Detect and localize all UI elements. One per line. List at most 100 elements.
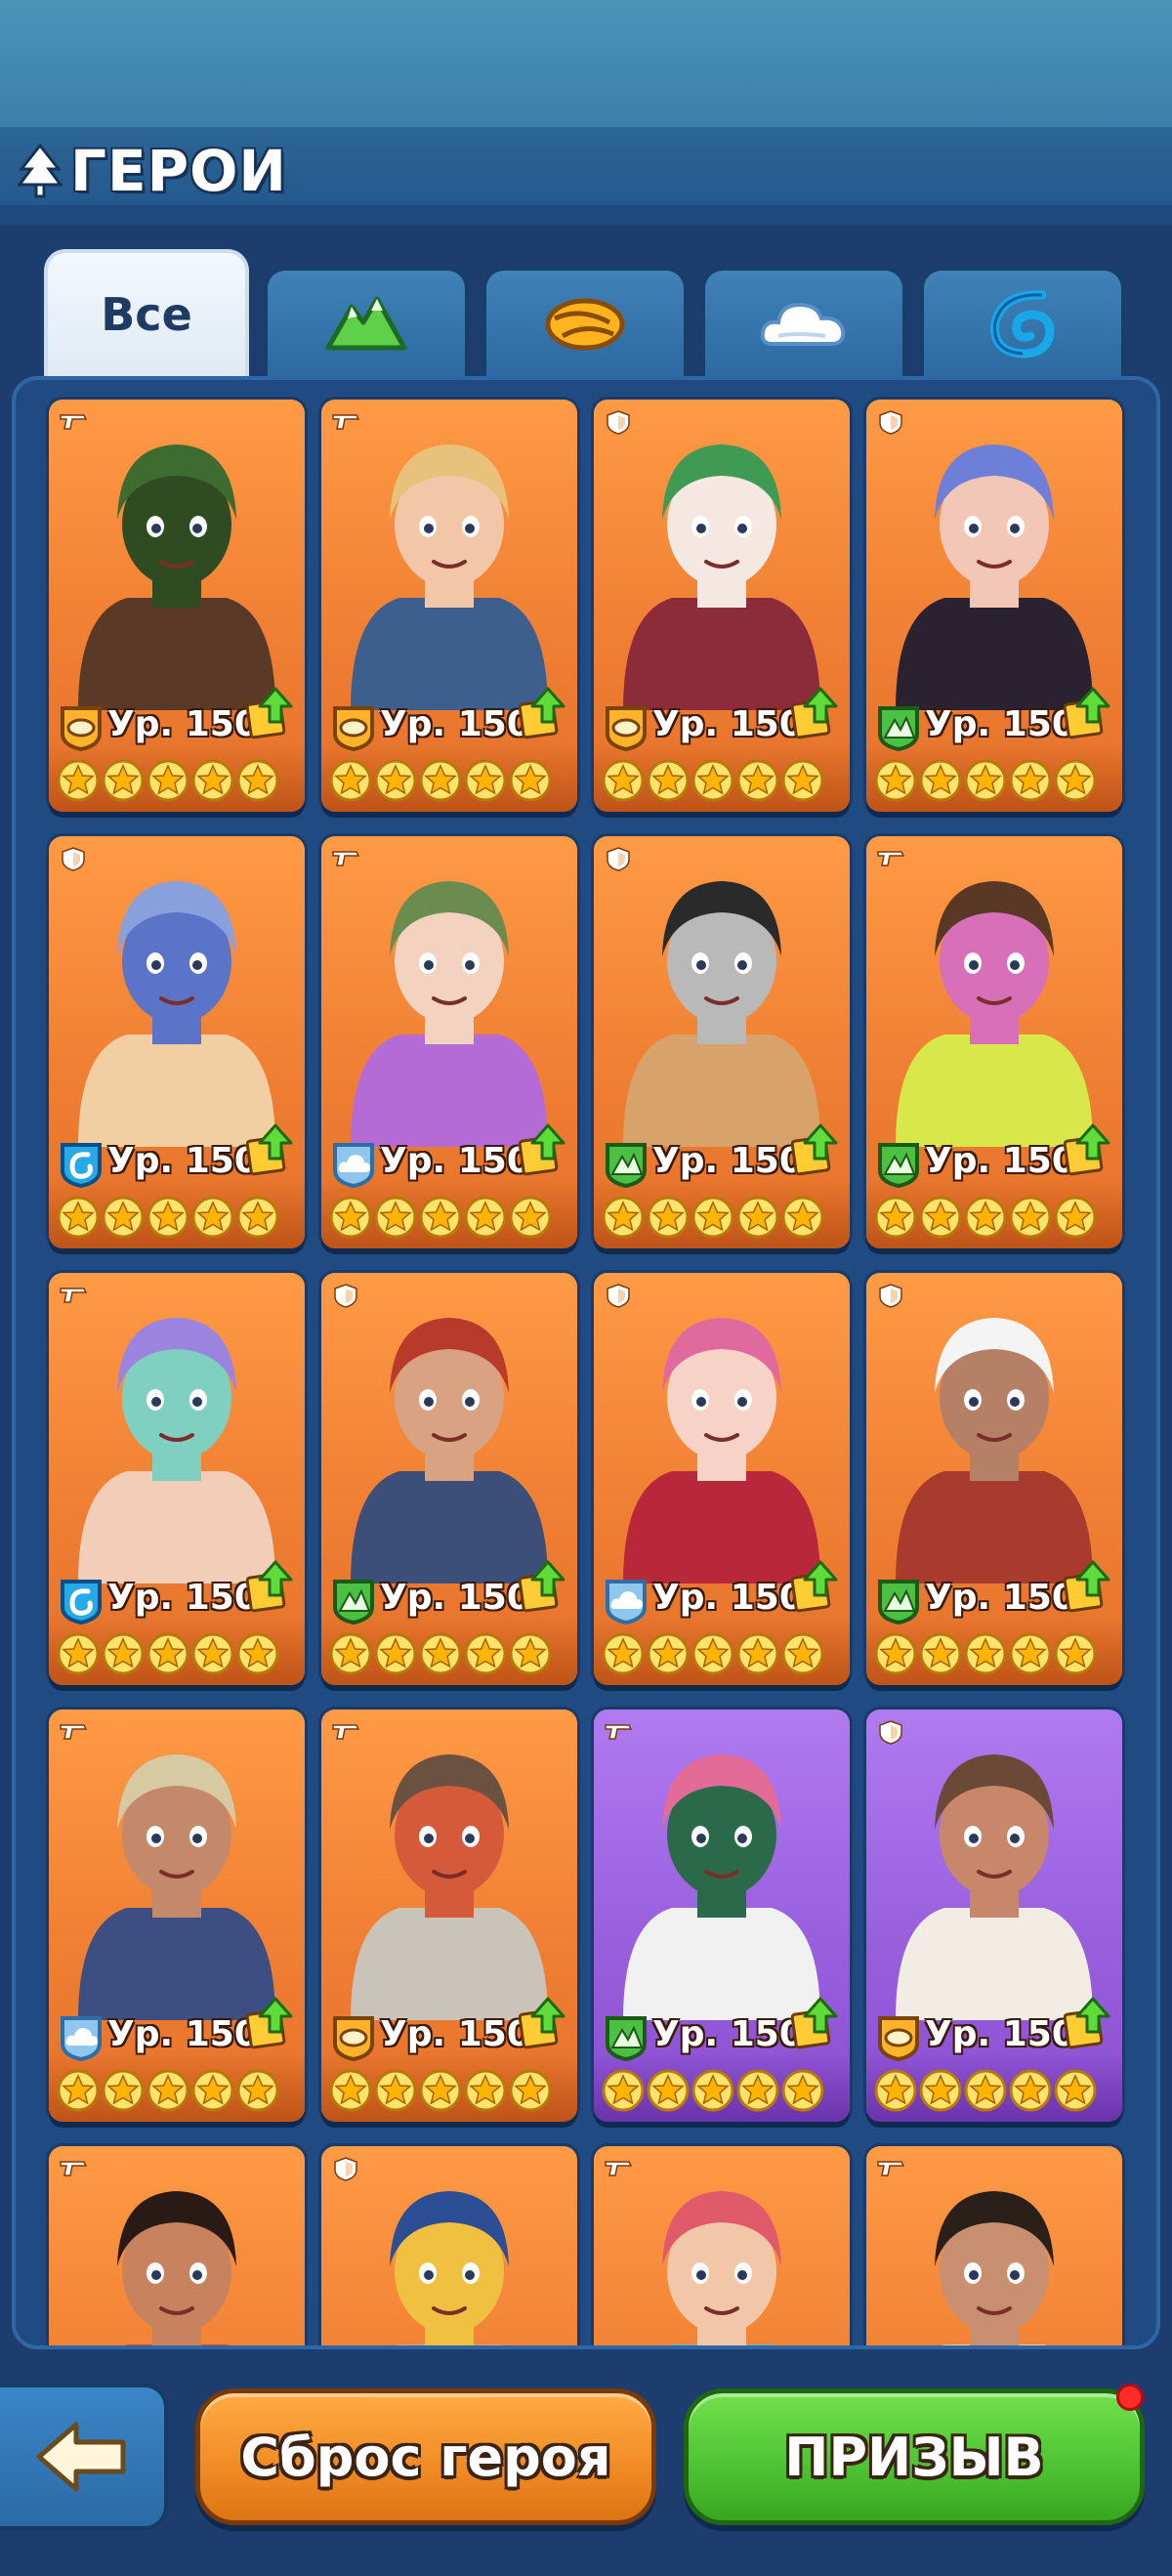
- level-row: Ур. 150: [59, 1997, 295, 2063]
- upgrade-arrow-icon[interactable]: [518, 687, 565, 739]
- hero-card[interactable]: Ур. 150: [594, 836, 850, 1248]
- upgrade-arrow-icon[interactable]: [790, 687, 838, 739]
- hero-card[interactable]: Ур. 150: [49, 1273, 305, 1685]
- star-icon: [1009, 1632, 1052, 1675]
- star-icon: [464, 1632, 507, 1675]
- reset-hero-button[interactable]: Сброс героя: [195, 2388, 656, 2525]
- page-title-text: ГЕРОИ: [70, 138, 287, 204]
- star-icon: [736, 1196, 779, 1239]
- star-rating: [57, 1632, 279, 1677]
- hero-portrait: [613, 1727, 830, 2020]
- star-icon: [602, 2069, 645, 2112]
- upgrade-arrow-icon[interactable]: [790, 1560, 838, 1613]
- hero-portrait: [613, 417, 830, 710]
- shield-icon: [59, 846, 88, 871]
- hero-card[interactable]: Ур. 150: [866, 836, 1122, 1248]
- upgrade-arrow-icon[interactable]: [1063, 1560, 1110, 1613]
- star-icon: [464, 2069, 507, 2112]
- star-icon: [691, 1632, 734, 1675]
- star-icon: [781, 2069, 824, 2112]
- star-icon: [509, 2069, 552, 2112]
- nature-faction-icon: [876, 1576, 921, 1626]
- star-rating: [329, 2069, 552, 2114]
- upgrade-arrow-icon[interactable]: [790, 1123, 838, 1176]
- hero-card[interactable]: Ур. 150: [49, 1710, 305, 2122]
- hero-card[interactable]: Ур. 150: [866, 1273, 1122, 1685]
- star-icon: [236, 2069, 279, 2112]
- gun-icon: [876, 2156, 905, 2181]
- star-icon: [1009, 759, 1052, 802]
- level-row: Ур. 150: [876, 687, 1112, 753]
- hero-card[interactable]: Ур. 150: [321, 1273, 577, 1685]
- hero-card[interactable]: Ур. 150: [594, 1273, 850, 1685]
- shield-icon: [604, 846, 633, 871]
- upgrade-arrow-icon[interactable]: [245, 1997, 293, 2049]
- upgrade-arrow-icon[interactable]: [790, 1997, 838, 2049]
- hero-portrait: [341, 2164, 558, 2345]
- hero-level: Ур. 150: [652, 704, 804, 744]
- star-icon: [964, 1196, 1007, 1239]
- star-icon: [464, 759, 507, 802]
- star-icon: [374, 1632, 417, 1675]
- upgrade-arrow-icon[interactable]: [518, 1997, 565, 2049]
- tab-cloud[interactable]: [701, 267, 906, 376]
- star-icon: [57, 2069, 100, 2112]
- level-row: Ур. 150: [331, 1123, 567, 1190]
- gun-icon: [331, 409, 360, 435]
- level-row: Ур. 150: [876, 1997, 1112, 2063]
- hero-card[interactable]: Ур. 150: [321, 836, 577, 1248]
- star-icon: [602, 1196, 645, 1239]
- cloud-faction-icon: [760, 302, 846, 346]
- tab-water[interactable]: [920, 267, 1125, 376]
- tab-desert[interactable]: [482, 267, 688, 376]
- back-button[interactable]: [0, 2384, 168, 2530]
- page-title: ГЕРОИ: [18, 137, 287, 205]
- upgrade-arrow-icon[interactable]: [518, 1123, 565, 1176]
- hero-card[interactable]: [49, 2146, 305, 2345]
- star-icon: [736, 759, 779, 802]
- upgrade-arrow-icon[interactable]: [245, 1560, 293, 1613]
- upgrade-arrow-icon[interactable]: [245, 1123, 293, 1176]
- shield-icon: [331, 1283, 360, 1308]
- star-icon: [736, 1632, 779, 1675]
- upgrade-arrow-icon[interactable]: [1063, 1123, 1110, 1176]
- hero-portrait: [886, 417, 1103, 710]
- star-icon: [191, 759, 234, 802]
- star-rating: [874, 759, 1097, 804]
- tab-all[interactable]: Все: [44, 249, 249, 376]
- desert-faction-icon: [331, 702, 376, 752]
- cloud-faction-icon: [59, 2012, 104, 2062]
- star-icon: [691, 2069, 734, 2112]
- star-icon: [191, 1632, 234, 1675]
- star-icon: [57, 759, 100, 802]
- hero-card[interactable]: Ур. 150: [49, 400, 305, 812]
- hero-card[interactable]: [594, 2146, 850, 2345]
- star-icon: [781, 759, 824, 802]
- star-icon: [602, 759, 645, 802]
- hero-card[interactable]: [866, 2146, 1122, 2345]
- star-icon: [146, 759, 189, 802]
- level-row: Ур. 150: [59, 687, 295, 753]
- hero-portrait: [341, 854, 558, 1147]
- faction-tabs: Все: [44, 249, 1128, 376]
- hero-card[interactable]: Ур. 150: [321, 1710, 577, 2122]
- hero-card[interactable]: Ур. 150: [866, 1710, 1122, 2122]
- summon-label: ПРИЗЫВ: [784, 2426, 1044, 2488]
- hero-card[interactable]: Ур. 150: [594, 1710, 850, 2122]
- star-rating: [57, 1196, 279, 1241]
- star-icon: [329, 2069, 372, 2112]
- tab-nature[interactable]: [264, 267, 469, 376]
- nature-faction-icon: [604, 2012, 649, 2062]
- upgrade-arrow-icon[interactable]: [1063, 1997, 1110, 2049]
- summon-button[interactable]: ПРИЗЫВ: [684, 2388, 1145, 2525]
- desert-faction-icon: [604, 702, 649, 752]
- upgrade-arrow-icon[interactable]: [1063, 687, 1110, 739]
- hero-card[interactable]: Ур. 150: [49, 836, 305, 1248]
- upgrade-arrow-icon[interactable]: [518, 1560, 565, 1613]
- cloud-faction-icon: [604, 1576, 649, 1626]
- upgrade-arrow-icon[interactable]: [245, 687, 293, 739]
- hero-card[interactable]: Ур. 150: [866, 400, 1122, 812]
- hero-card[interactable]: [321, 2146, 577, 2345]
- hero-card[interactable]: Ур. 150: [321, 400, 577, 812]
- hero-card[interactable]: Ур. 150: [594, 400, 850, 812]
